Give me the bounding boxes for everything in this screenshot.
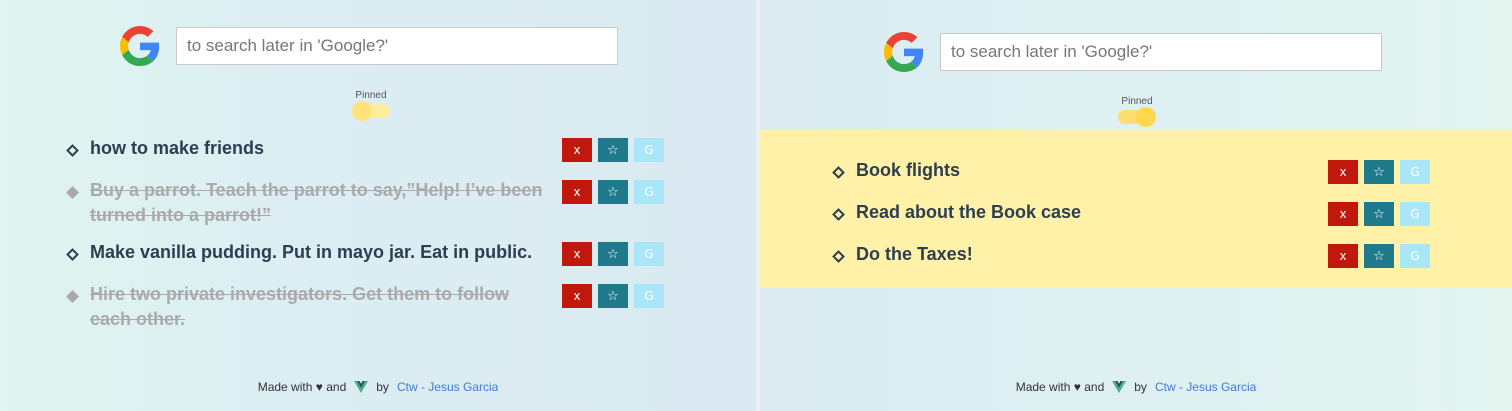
todo-item: Do the Taxes! x ☆ G <box>832 242 1454 284</box>
todo-actions: x ☆ G <box>562 180 670 204</box>
todo-actions: x ☆ G <box>1328 244 1436 268</box>
author-link[interactable]: Ctw - Jesus Garcia <box>1155 380 1256 394</box>
pinned-toggle-group: Pinned <box>1118 96 1156 127</box>
search-row <box>884 32 1382 72</box>
google-search-button[interactable]: G <box>634 284 664 308</box>
todo-text: how to make friends <box>90 138 265 158</box>
google-search-button[interactable]: G <box>1400 202 1430 226</box>
left-panel: Pinned how to make friends x ☆ G Buy a p… <box>0 0 760 411</box>
pinned-toggle[interactable] <box>352 101 390 121</box>
delete-button[interactable]: x <box>1328 244 1358 268</box>
google-search-button[interactable]: G <box>634 138 664 162</box>
todo-text: Read about the Book case <box>856 202 1082 222</box>
footer: Made with ♥ and by Ctw - Jesus Garcia <box>0 380 756 394</box>
pin-star-button[interactable]: ☆ <box>1364 202 1394 226</box>
footer-made-with: Made with <box>1015 380 1071 394</box>
pinned-label: Pinned <box>355 90 387 101</box>
todo-actions: x ☆ G <box>562 242 670 266</box>
todo-item: Buy a parrot. Teach the parrot to say,”H… <box>66 178 688 240</box>
pinned-label: Pinned <box>1121 96 1153 107</box>
vue-logo-icon <box>354 381 369 393</box>
google-search-button[interactable]: G <box>634 180 664 204</box>
delete-button[interactable]: x <box>562 242 592 266</box>
pin-star-button[interactable]: ☆ <box>1364 244 1394 268</box>
delete-button[interactable]: x <box>1328 160 1358 184</box>
pinned-todo-list: Book flights x ☆ G Read about the Book c… <box>832 158 1454 284</box>
todo-text: Make vanilla pudding. Put in mayo jar. E… <box>90 242 533 262</box>
footer-by: by <box>376 380 389 394</box>
diamond-bullet-icon <box>66 290 79 303</box>
diamond-bullet-icon <box>832 166 845 179</box>
heart-icon: ♥ <box>315 380 323 394</box>
google-search-button[interactable]: G <box>1400 160 1430 184</box>
delete-button[interactable]: x <box>562 284 592 308</box>
delete-button[interactable]: x <box>562 138 592 162</box>
footer-and: and <box>326 380 347 394</box>
right-panel: Pinned Book flights x ☆ G Read about the… <box>760 0 1512 411</box>
diamond-bullet-icon <box>66 186 79 199</box>
diamond-bullet-icon <box>832 208 845 221</box>
search-row <box>120 26 618 66</box>
author-link[interactable]: Ctw - Jesus Garcia <box>397 380 498 394</box>
todo-text: Book flights <box>856 160 960 180</box>
search-input[interactable] <box>940 33 1382 71</box>
todo-actions: x ☆ G <box>1328 202 1436 226</box>
delete-button[interactable]: x <box>562 180 592 204</box>
todo-item: Read about the Book case x ☆ G <box>832 200 1454 242</box>
diamond-bullet-icon <box>66 144 79 157</box>
toggle-knob <box>352 101 372 121</box>
heart-icon: ♥ <box>1073 380 1081 394</box>
google-search-button[interactable]: G <box>634 242 664 266</box>
todo-actions: x ☆ G <box>562 284 670 308</box>
pinned-toggle[interactable] <box>1118 107 1156 127</box>
pin-star-button[interactable]: ☆ <box>598 138 628 162</box>
todo-text: Buy a parrot. Teach the parrot to say,”H… <box>90 180 543 225</box>
todo-text: Hire two private investigators. Get them… <box>90 284 510 329</box>
toggle-knob <box>1136 107 1156 127</box>
pin-star-button[interactable]: ☆ <box>598 180 628 204</box>
diamond-bullet-icon <box>66 248 79 261</box>
todo-list: how to make friends x ☆ G Buy a parrot. … <box>66 136 688 344</box>
google-logo-icon <box>120 26 160 66</box>
vue-logo-icon <box>1112 381 1127 393</box>
todo-actions: x ☆ G <box>1328 160 1436 184</box>
todo-item: Book flights x ☆ G <box>832 158 1454 200</box>
todo-text: Do the Taxes! <box>856 244 973 264</box>
search-input[interactable] <box>176 27 618 65</box>
todo-item: Hire two private investigators. Get them… <box>66 282 688 344</box>
todo-actions: x ☆ G <box>562 138 670 162</box>
footer: Made with ♥ and by Ctw - Jesus Garcia <box>760 380 1512 394</box>
pinned-toggle-group: Pinned <box>352 90 390 121</box>
todo-item: Make vanilla pudding. Put in mayo jar. E… <box>66 240 688 282</box>
footer-by: by <box>1134 380 1147 394</box>
pin-star-button[interactable]: ☆ <box>598 284 628 308</box>
pin-star-button[interactable]: ☆ <box>598 242 628 266</box>
diamond-bullet-icon <box>832 250 845 263</box>
todo-item: how to make friends x ☆ G <box>66 136 688 178</box>
google-search-button[interactable]: G <box>1400 244 1430 268</box>
pin-star-button[interactable]: ☆ <box>1364 160 1394 184</box>
delete-button[interactable]: x <box>1328 202 1358 226</box>
google-logo-icon <box>884 32 924 72</box>
footer-and: and <box>1084 380 1105 394</box>
footer-made-with: Made with <box>257 380 313 394</box>
